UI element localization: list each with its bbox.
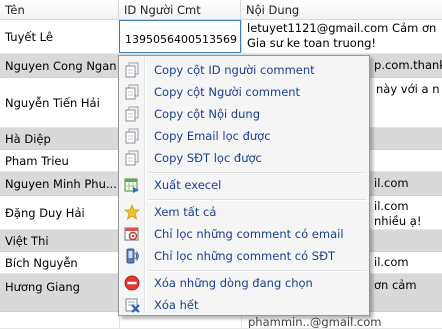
menu-item-label: Copy SĐT lọc được — [154, 151, 262, 165]
menu-item-label: Xuất execel — [154, 178, 222, 192]
menu-item-copy-content[interactable]: Copy cột Nội dung — [121, 103, 367, 125]
cell-id[interactable]: 1395056400513569 — [119, 20, 241, 53]
menu-item-view-all[interactable]: Xem tất cả — [121, 201, 367, 223]
menu-item-label: Copy cột ID người comment — [154, 63, 315, 77]
column-header-id[interactable]: ID Người Cmt — [119, 0, 241, 20]
star-icon — [123, 203, 141, 220]
menu-item-label: Copy cột Người comment — [154, 85, 301, 99]
menu-item-clear-all[interactable]: Xóa hết — [121, 294, 367, 316]
cell-name: Nguyễn Tiến Hải — [5, 95, 100, 110]
menu-item-copy-commenter[interactable]: Copy cột Người comment — [121, 81, 367, 103]
menu-item-export-excel[interactable]: Xuất execel — [121, 174, 367, 196]
cell-content: letuyet1121@gmail.com Cảm ơn Gia sư ke t… — [241, 20, 442, 53]
copy-icon — [124, 106, 140, 122]
menu-item-label: Xóa hết — [154, 298, 199, 312]
menu-item-copy-email[interactable]: Copy Email lọc được — [121, 125, 367, 147]
copy-icon — [124, 84, 140, 100]
excel-export-icon — [124, 177, 140, 193]
cell-id-text: 1395056400513569 — [125, 33, 237, 46]
email-filter-icon — [124, 226, 140, 242]
cell-name: Pham Trieu — [5, 153, 69, 168]
menu-item-delete-selected[interactable]: Xóa những dòng đang chọn — [121, 272, 367, 294]
menu-item-label: Copy Email lọc được — [154, 129, 271, 143]
cell-name: Hà Diệp — [5, 131, 51, 146]
menu-item-label: Copy cột Nội dung — [154, 107, 261, 121]
menu-item-label: Xem tất cả — [154, 205, 217, 219]
column-header-name[interactable]: Tên — [0, 0, 119, 20]
phone-filter-icon — [124, 248, 140, 264]
cell-name: Tuyết Lê — [5, 29, 53, 44]
cell-name: Việt Thi — [5, 233, 49, 248]
menu-item-filter-phone[interactable]: Chỉ lọc những comment có SĐT — [121, 245, 367, 267]
copy-icon — [124, 62, 140, 78]
menu-item-filter-email[interactable]: Chỉ lọc những comment có email — [121, 223, 367, 245]
cell-name: Bích Nguyễn — [5, 255, 78, 270]
delete-selected-icon — [124, 275, 140, 291]
menu-item-label: Chỉ lọc những comment có email — [154, 227, 344, 241]
clear-all-icon — [124, 297, 140, 313]
menu-item-label: Xóa những dòng đang chọn — [154, 276, 313, 290]
cell-name: Hương Giang — [5, 280, 80, 294]
cell-name: Đặng Duy Hải — [5, 205, 85, 220]
cell-name: Nguyen Minh Phu... — [5, 176, 117, 191]
menu-item-label: Chỉ lọc những comment có SĐT — [154, 249, 336, 263]
column-header-content[interactable]: Nội Dung — [241, 0, 442, 20]
copy-icon — [124, 128, 140, 144]
cell-name — [0, 312, 119, 328]
menu-item-copy-phone[interactable]: Copy SĐT lọc được — [121, 147, 367, 169]
menu-item-copy-id[interactable]: Copy cột ID người comment — [121, 59, 367, 81]
copy-icon — [124, 150, 140, 166]
context-menu: Copy cột ID người comment Copy cột Người… — [118, 55, 370, 316]
table-row[interactable]: Tuyết Lê 1395056400513569 letuyet1121@gm… — [0, 20, 442, 54]
cell-name: Nguyen Cong Ngan — [5, 58, 117, 73]
